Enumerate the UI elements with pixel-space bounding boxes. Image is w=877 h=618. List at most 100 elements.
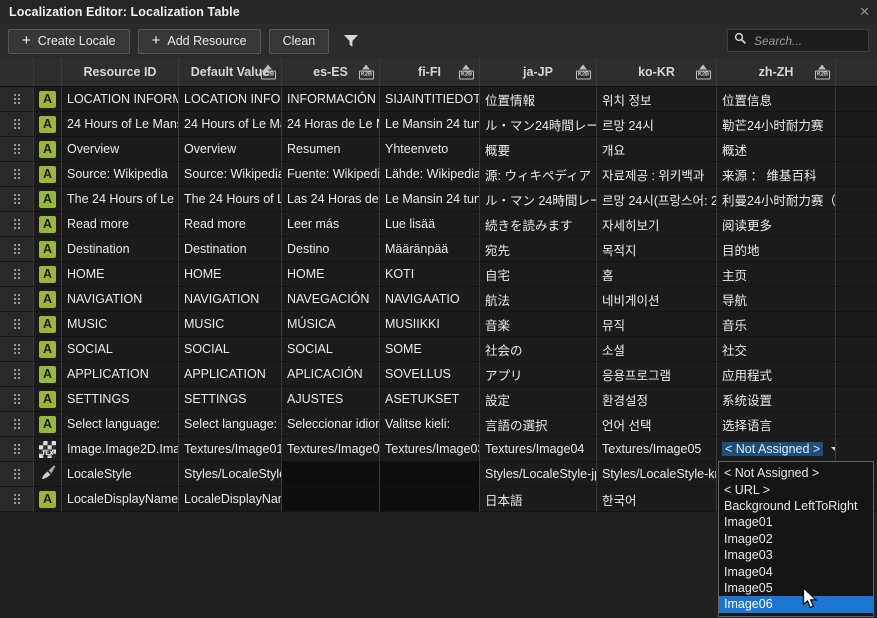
cell-ja-jp[interactable]: Textures/Image04 <box>480 437 597 462</box>
cell-es-es[interactable]: Destino <box>282 237 380 262</box>
cell-es-es[interactable]: Fuente: Wikipedia <box>282 162 380 187</box>
cell-resource-id[interactable]: Select language: <box>62 412 179 437</box>
cell-ja-jp[interactable]: Styles/LocaleStyle-jp <box>480 462 597 487</box>
cell-zh-zh[interactable]: 主页 <box>717 262 836 287</box>
cell-zh-zh[interactable]: 社交 <box>717 337 836 362</box>
export-k2b-icon[interactable]: K2B <box>459 65 474 80</box>
cell-default-value[interactable]: Destination <box>179 237 282 262</box>
cell-ko-kr[interactable]: 언어 선택 <box>597 412 717 437</box>
cell-default-value[interactable]: NAVIGATION <box>179 287 282 312</box>
export-k2b-icon[interactable]: K2B <box>576 65 591 80</box>
cell-es-es[interactable]: Leer más <box>282 212 380 237</box>
cell-es-es[interactable]: AJUSTES <box>282 387 380 412</box>
cell-zh-zh[interactable]: 系统设置 <box>717 387 836 412</box>
cell-fi-fi[interactable]: ASETUKSET <box>380 387 480 412</box>
cell-ko-kr[interactable]: Styles/LocaleStyle-kr <box>597 462 717 487</box>
cell-ja-jp[interactable]: 航法 <box>480 287 597 312</box>
cell-zh-zh[interactable]: 阅读更多 <box>717 212 836 237</box>
row-drag-handle[interactable] <box>0 337 34 362</box>
cell-es-es[interactable]: 24 Horas de Le M <box>282 112 380 137</box>
row-drag-handle[interactable] <box>0 212 34 237</box>
dropdown-option[interactable]: Image01 <box>719 514 873 530</box>
cell-resource-id[interactable]: LOCATION INFORMAT <box>62 87 179 112</box>
cell-fi-fi[interactable]: Valitse kieli: <box>380 412 480 437</box>
cell-ko-kr[interactable]: 네비게이션 <box>597 287 717 312</box>
row-drag-handle[interactable] <box>0 137 34 162</box>
cell-ko-kr[interactable]: 목적지 <box>597 237 717 262</box>
create-locale-button[interactable]: + Create Locale <box>8 29 130 54</box>
locale-image-combobox[interactable]: < Not Assigned > <box>717 437 836 462</box>
cell-ko-kr[interactable]: 홈 <box>597 262 717 287</box>
cell-default-value[interactable]: Source: Wikipedia <box>179 162 282 187</box>
dropdown-option[interactable]: < Not Assigned > <box>719 465 873 481</box>
cell-default-value[interactable]: Select language: <box>179 412 282 437</box>
row-drag-handle[interactable] <box>0 262 34 287</box>
row-drag-handle[interactable] <box>0 437 34 462</box>
cell-resource-id[interactable]: HOME <box>62 262 179 287</box>
cell-es-es[interactable]: Las 24 Horas de L <box>282 187 380 212</box>
cell-ko-kr[interactable]: 환경설정 <box>597 387 717 412</box>
cell-fi-fi[interactable] <box>380 462 480 487</box>
cell-ko-kr[interactable]: 위치 정보 <box>597 87 717 112</box>
cell-default-value[interactable]: The 24 Hours of L <box>179 187 282 212</box>
filter-icon[interactable] <box>343 34 359 48</box>
dropdown-option[interactable]: Background LeftToRight <box>719 498 873 514</box>
cell-ja-jp[interactable]: 続きを読みます <box>480 212 597 237</box>
cell-zh-zh[interactable]: 利曼24小时耐力赛（2 <box>717 187 836 212</box>
cell-resource-id[interactable]: NAVIGATION <box>62 287 179 312</box>
cell-zh-zh[interactable]: 应用程式 <box>717 362 836 387</box>
row-drag-handle[interactable] <box>0 412 34 437</box>
cell-ko-kr[interactable]: 응용프로그램 <box>597 362 717 387</box>
cell-es-es[interactable] <box>282 462 380 487</box>
cell-fi-fi[interactable]: Textures/Image03 <box>380 437 480 462</box>
combobox-selected-value[interactable]: < Not Assigned > <box>722 442 823 456</box>
cell-default-value[interactable]: LocaleDisplayNam <box>179 487 282 512</box>
cell-default-value[interactable]: SOCIAL <box>179 337 282 362</box>
cell-ja-jp[interactable]: ル・マン24時間レース <box>480 112 597 137</box>
cell-es-es[interactable]: Textures/Image02 <box>282 437 380 462</box>
cell-resource-id[interactable]: LocaleDisplayName <box>62 487 179 512</box>
cell-resource-id[interactable]: Destination <box>62 237 179 262</box>
cell-fi-fi[interactable]: Lue lisää <box>380 212 480 237</box>
dropdown-option[interactable]: < URL > <box>719 481 873 497</box>
row-drag-handle[interactable] <box>0 112 34 137</box>
cell-fi-fi[interactable]: KOTI <box>380 262 480 287</box>
cell-fi-fi[interactable]: Lähde: Wikipedia <box>380 162 480 187</box>
cell-default-value[interactable]: Overview <box>179 137 282 162</box>
cell-fi-fi[interactable]: NAVIGAATIO <box>380 287 480 312</box>
cell-default-value[interactable]: SETTINGS <box>179 387 282 412</box>
cell-default-value[interactable]: LOCATION INFOR <box>179 87 282 112</box>
cell-es-es[interactable]: HOME <box>282 262 380 287</box>
cell-es-es[interactable]: MÚSICA <box>282 312 380 337</box>
cell-default-value[interactable]: Styles/LocaleStyle <box>179 462 282 487</box>
cell-resource-id[interactable]: The 24 Hours of Le M <box>62 187 179 212</box>
search-input[interactable] <box>752 33 862 49</box>
row-drag-handle[interactable] <box>0 387 34 412</box>
cell-ja-jp[interactable]: 宛先 <box>480 237 597 262</box>
cell-resource-id[interactable]: Source: Wikipedia <box>62 162 179 187</box>
cell-ja-jp[interactable]: 言語の選択 <box>480 412 597 437</box>
cell-ja-jp[interactable]: 日本語 <box>480 487 597 512</box>
cell-es-es[interactable] <box>282 487 380 512</box>
cell-default-value[interactable]: MUSIC <box>179 312 282 337</box>
cell-resource-id[interactable]: Image.Image2D.Imag <box>62 437 179 462</box>
cell-zh-zh[interactable]: 概述 <box>717 137 836 162</box>
cell-resource-id[interactable]: 24 Hours of Le Mans <box>62 112 179 137</box>
cell-resource-id[interactable]: SOCIAL <box>62 337 179 362</box>
cell-default-value[interactable]: 24 Hours of Le Ma <box>179 112 282 137</box>
cell-ja-jp[interactable]: 社会の <box>480 337 597 362</box>
cell-ko-kr[interactable]: 한국어 <box>597 487 717 512</box>
cell-ja-jp[interactable]: 源: ウィキペディア <box>480 162 597 187</box>
cell-ko-kr[interactable]: 소셜 <box>597 337 717 362</box>
cell-ja-jp[interactable]: 概要 <box>480 137 597 162</box>
cell-es-es[interactable]: SOCIAL <box>282 337 380 362</box>
cell-fi-fi[interactable]: Määränpää <box>380 237 480 262</box>
cell-ja-jp[interactable]: 位置情報 <box>480 87 597 112</box>
cell-es-es[interactable]: APLICACIÓN <box>282 362 380 387</box>
cell-es-es[interactable]: Resumen <box>282 137 380 162</box>
cell-zh-zh[interactable]: 勒芒24小时耐力赛 <box>717 112 836 137</box>
cell-fi-fi[interactable]: SOVELLUS <box>380 362 480 387</box>
cell-fi-fi[interactable]: MUSIIKKI <box>380 312 480 337</box>
row-drag-handle[interactable] <box>0 87 34 112</box>
cell-zh-zh[interactable]: 选择语言 <box>717 412 836 437</box>
